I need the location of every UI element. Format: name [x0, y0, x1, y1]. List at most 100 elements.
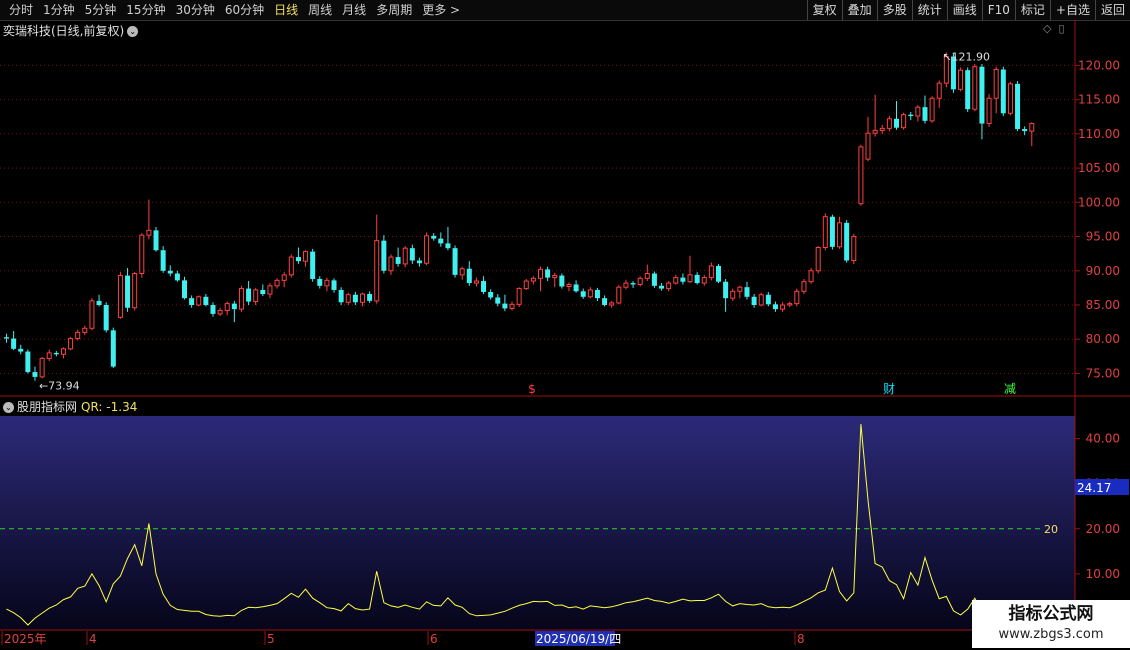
date-label-0: 2025年 [4, 632, 47, 646]
candle-body-123 [879, 127, 885, 131]
candle-39 [281, 272, 287, 288]
candle-144 [1029, 122, 1035, 147]
candle-20 [146, 199, 152, 240]
candle-body-81 [580, 291, 586, 297]
candle-78 [559, 273, 565, 289]
indicator-name: 股朋指标网 [17, 400, 78, 414]
candle-92 [659, 283, 665, 291]
candle-body-140 [1000, 69, 1006, 114]
candle-61 [438, 232, 444, 247]
candle-116 [829, 214, 835, 250]
candle-body-138 [986, 97, 992, 125]
candle-body-105 [751, 296, 757, 305]
candle-body-115 [822, 216, 828, 248]
date-label-1: 4 [89, 632, 97, 646]
candle-125 [894, 100, 899, 130]
candle-body-60 [431, 235, 437, 239]
candle-71 [509, 301, 515, 311]
candle-body-113 [808, 270, 814, 283]
candle-body-128 [915, 106, 921, 117]
date-label-4: 2025/06/19/四 [536, 632, 621, 646]
candle-31 [224, 301, 230, 316]
candle-body-5 [39, 357, 45, 378]
candle-body-44 [317, 278, 323, 286]
candle-114 [815, 246, 821, 274]
candle-34 [246, 281, 252, 305]
candle-82 [587, 287, 593, 299]
price-tick-label-4: 100.00 [1078, 195, 1120, 209]
candle-body-13 [96, 300, 102, 305]
candle-142 [1015, 81, 1021, 132]
candle-body-45 [324, 279, 330, 287]
candle-121 [865, 116, 871, 162]
indicator-tick-label-2: 20.00 [1086, 522, 1120, 536]
price-tick-label-6: 90.00 [1086, 264, 1120, 278]
candle-59 [424, 232, 430, 266]
candle-33 [238, 285, 244, 312]
candle-97 [694, 272, 700, 285]
candle-body-107 [765, 294, 771, 305]
candle-body-17 [125, 275, 131, 308]
candle-body-57 [409, 248, 415, 261]
candle-body-97 [694, 274, 700, 284]
candle-94 [673, 274, 679, 285]
candle-23 [167, 265, 173, 277]
candle-129 [922, 95, 928, 124]
price-tick-label-5: 95.00 [1086, 230, 1120, 244]
candle-139 [993, 66, 999, 114]
event-marker-1: 财 [883, 382, 895, 396]
candle-body-126 [901, 114, 907, 129]
candle-113 [808, 268, 814, 284]
chart-canvas[interactable]: ↖121.90 ←73.94 120.00 115.00 110.00 105.00 10… [0, 0, 1130, 650]
candle-body-56 [402, 247, 408, 265]
candle-body-70 [502, 303, 508, 309]
candle-25 [182, 276, 187, 300]
candle-body-26 [189, 298, 195, 305]
candle-body-142 [1015, 83, 1021, 130]
candle-body-28 [203, 296, 209, 305]
candle-body-71 [509, 303, 515, 309]
price-tick-label-0: 120.00 [1078, 58, 1120, 72]
chevron-down-icon[interactable]: ⌄ [3, 402, 14, 413]
candle-body-102 [730, 290, 736, 299]
candle-3 [25, 349, 31, 374]
candle-80 [573, 280, 579, 293]
candle-41 [295, 247, 301, 264]
candle-47 [338, 287, 344, 305]
candle-53 [381, 235, 387, 274]
candle-7 [53, 350, 59, 357]
candle-body-82 [587, 289, 593, 298]
candle-body-20 [146, 229, 152, 236]
candle-body-93 [666, 282, 672, 290]
candle-29 [210, 302, 216, 317]
price-tick-label-7: 85.00 [1086, 298, 1120, 312]
candle-30 [217, 307, 223, 316]
date-label-3: 6 [430, 632, 438, 646]
indicator-tick-label-3: 10.00 [1086, 567, 1120, 581]
candle-11 [82, 325, 88, 336]
candle-body-69 [495, 297, 501, 304]
indicator-title[interactable]: ⌄ 股朋指标网 QR: -1.34 [3, 398, 137, 415]
candle-127 [908, 111, 914, 121]
candle-body-88 [630, 283, 636, 285]
price-tick-label-1: 115.00 [1078, 93, 1120, 107]
candle-109 [780, 302, 786, 312]
candle-27 [196, 295, 202, 307]
price-gridlines [0, 64, 1075, 374]
event-marker-2: 减 [1004, 382, 1016, 396]
candle-body-143 [1022, 129, 1028, 132]
candle-40 [288, 254, 294, 278]
candle-body-84 [602, 298, 608, 305]
candle-35 [253, 287, 259, 305]
candle-99 [708, 262, 714, 281]
candle-body-55 [395, 257, 401, 264]
candle-body-49 [352, 294, 358, 303]
candle-body-103 [737, 286, 743, 292]
candle-body-85 [609, 302, 615, 306]
candle-body-114 [815, 246, 821, 272]
candle-body-41 [295, 257, 301, 262]
candle-body-73 [523, 280, 529, 290]
site-watermark: 指标公式网 www.zbgs3.com [972, 600, 1130, 648]
candle-74 [530, 276, 536, 285]
candle-102 [730, 288, 736, 301]
